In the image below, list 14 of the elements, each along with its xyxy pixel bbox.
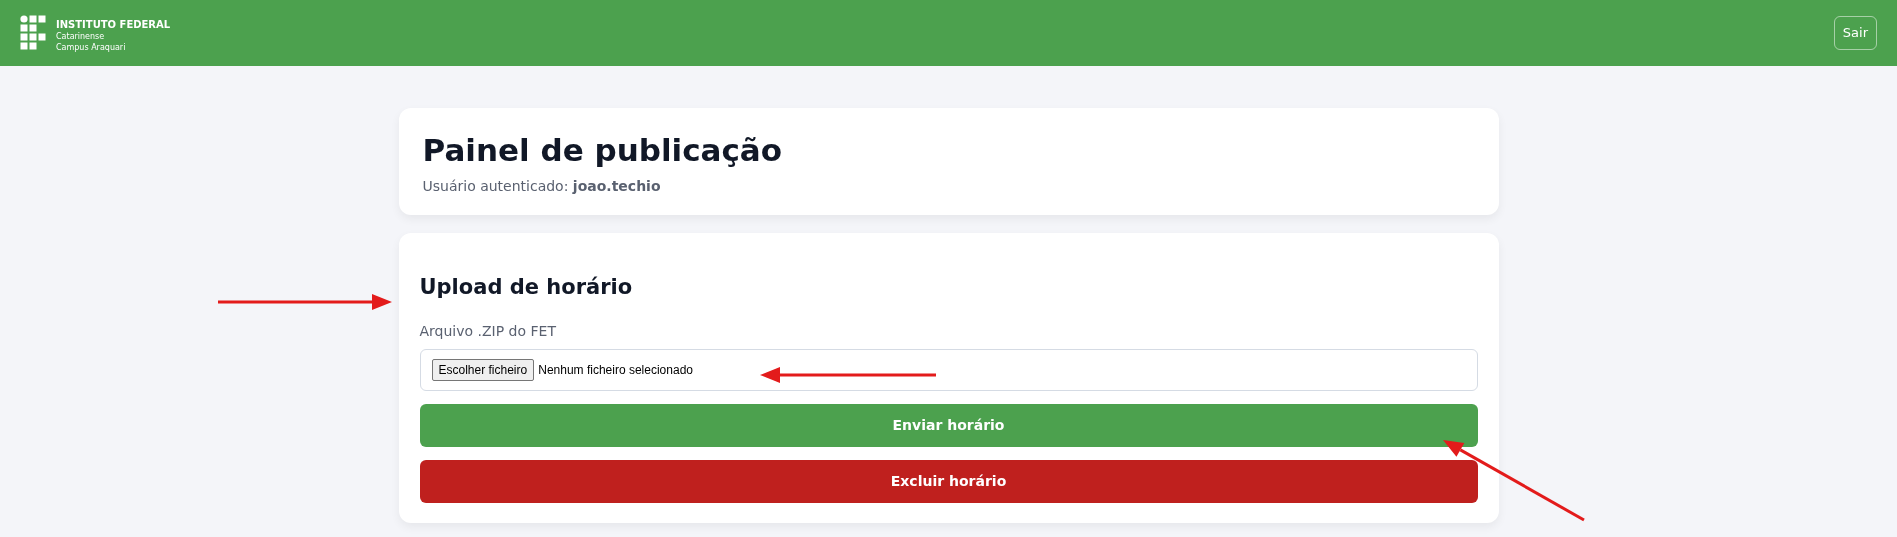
logo-subtitle: Campus Araquari xyxy=(56,41,127,53)
logo-subtitle: Catarinense xyxy=(56,30,106,42)
file-status: Nenhum ficheiro selecionado xyxy=(538,362,693,379)
file-input[interactable]: Escolher ficheiro Nenhum ficheiro selecionado xyxy=(419,349,1478,391)
logo-title: INSTITUTO FEDERAL xyxy=(56,17,171,31)
authenticated-user: Usuário autenticado: joao.techio xyxy=(422,177,662,196)
logout-button[interactable]: Sair xyxy=(1833,16,1877,50)
delete-button[interactable]: Excluir horário xyxy=(419,460,1478,503)
submit-button[interactable]: Enviar horário xyxy=(419,404,1478,447)
section-title: Upload de horário xyxy=(419,274,634,301)
page-title: Painel de publicação xyxy=(422,131,784,170)
logo-icon xyxy=(20,15,48,51)
field-label: Arquivo .ZIP do FET xyxy=(419,322,557,341)
choose-file-button[interactable]: Escolher ficheiro xyxy=(431,359,535,381)
